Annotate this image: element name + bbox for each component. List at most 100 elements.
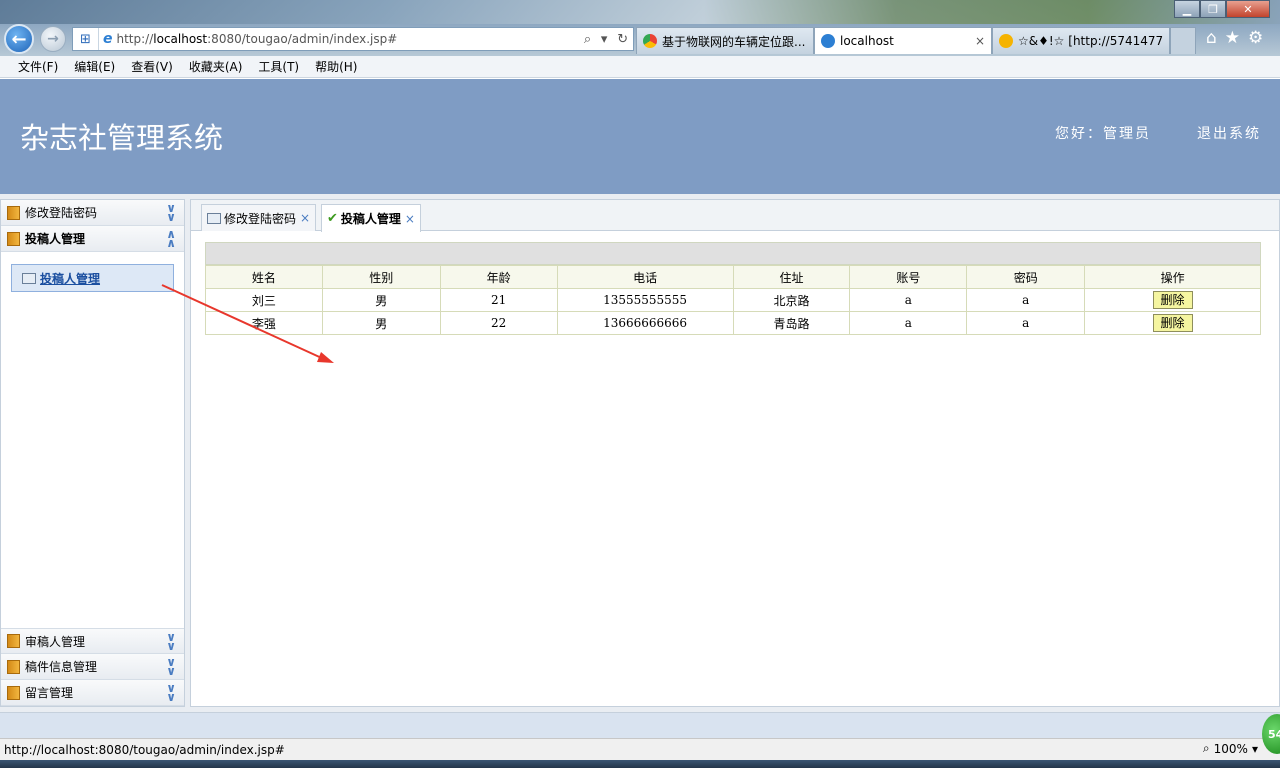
table-caption-bar [205,242,1261,265]
cell-name: 刘三 [205,288,323,312]
app-body: 修改登陆密码 ∨ ∨ 投稿人管理 ∧ ∧ 投稿人管理 审稿人管理 ∨ ∨ 稿件信息管理… [0,194,1280,712]
ie-icon: e [103,31,113,47]
google-icon [643,34,657,48]
menu-file[interactable]: 文件(F) [10,58,66,75]
browser-tab-active[interactable]: localhost × [814,27,992,54]
back-button[interactable]: ← [4,24,34,54]
search-icon[interactable]: ⌕ [584,32,591,47]
compatibility-view-icon[interactable]: ⊞ [73,28,99,50]
close-window-button[interactable]: ✕ [1226,0,1270,18]
gear-icon[interactable]: ⚙ [1248,28,1263,48]
logout-link[interactable]: 退出系统 [1197,123,1261,143]
chevron-double-down-icon[interactable]: ∨ ∨ [166,202,176,223]
cell-account: a [849,288,968,312]
cell-gender: 男 [321,311,441,335]
close-tab-icon[interactable]: × [975,34,985,48]
sidebar-section-reviewers[interactable]: 审稿人管理 ∨ ∨ [1,628,184,654]
tab-change-password[interactable]: 修改登陆密码 × [201,204,317,231]
menu-tools[interactable]: 工具(T) [250,58,307,75]
column-header: 操作 [1084,265,1261,289]
delete-button[interactable]: 删除 [1152,314,1193,332]
chevron-double-down-icon[interactable]: ∨ ∨ [166,656,176,677]
cell-account: a [849,311,968,335]
delete-button[interactable]: 删除 [1152,291,1193,309]
menu-help[interactable]: 帮助(H) [307,58,365,75]
column-header: 姓名 [205,265,323,289]
qq-space-icon [999,34,1013,48]
sidebar-section-manuscripts[interactable]: 稿件信息管理 ∨ ∨ [1,654,184,680]
contributor-table: 姓名 性别 年龄 电话 住址 账号 密码 操作 刘三 男 21 13555555… [205,265,1261,335]
column-header: 密码 [966,265,1086,289]
cell-password: a [966,288,1086,312]
cell-action: 删除 [1084,288,1261,312]
address-bar[interactable]: ⊞ e http://localhost:8080/tougao/admin/i… [72,27,634,51]
folder-icon [7,205,20,220]
restore-button[interactable]: ❐ [1200,0,1226,18]
zoom-level: 100% [1213,741,1248,756]
home-icon[interactable]: ⌂ [1206,28,1217,48]
menu-bar: 文件(F) 编辑(E) 查看(V) 收藏夹(A) 工具(T) 帮助(H) [0,56,1280,78]
cell-password: a [966,311,1086,335]
id-card-icon [207,212,221,224]
chevron-down-icon[interactable]: ▾ [1252,742,1258,756]
menu-view[interactable]: 查看(V) [123,58,181,75]
app-title: 杂志社管理系统 [20,121,224,155]
folder-icon [7,659,20,674]
forward-button[interactable]: → [40,26,66,52]
sidebar: 修改登陆密码 ∨ ∨ 投稿人管理 ∧ ∧ 投稿人管理 审稿人管理 ∨ ∨ 稿件信息管理… [0,199,185,707]
status-url: http://localhost:8080/tougao/admin/index… [4,742,285,757]
chevron-double-down-icon[interactable]: ∨ ∨ [166,631,176,652]
id-card-icon [22,272,36,284]
column-header: 账号 [849,265,968,289]
menu-edit[interactable]: 编辑(E) [66,58,123,75]
cell-phone: 13666666666 [556,311,734,335]
tab-contributor-management[interactable]: ✔ 投稿人管理 × [321,204,421,232]
user-greeting: 您好：管理员 [1055,126,1151,142]
windows-taskbar [0,760,1280,768]
cell-address: 青岛路 [732,311,851,335]
close-icon[interactable]: × [405,212,415,226]
sidebar-section-change-password[interactable]: 修改登陆密码 ∨ ∨ [1,200,184,226]
cell-age: 22 [439,311,558,335]
app-header: 杂志社管理系统 您好：管理员 退出系统 [0,79,1280,194]
cell-age: 21 [439,288,558,312]
refresh-icon[interactable]: ↻ [617,32,628,47]
main-panel: 修改登陆密码 × ✔ 投稿人管理 × 姓名 性别 年龄 电话 住址 账号 密码 … [190,199,1280,707]
column-header: 住址 [732,265,851,289]
chevron-double-up-icon[interactable]: ∧ ∧ [166,228,176,249]
arrow-right-icon: → [47,31,59,47]
cell-phone: 13555555555 [556,288,734,312]
column-header: 电话 [556,265,734,289]
cell-address: 北京路 [732,288,851,312]
sidebar-section-contributors[interactable]: 投稿人管理 ∧ ∧ [1,226,184,252]
cell-name: 李强 [205,311,323,335]
new-tab-button[interactable] [1170,27,1196,54]
folder-icon [7,685,20,700]
checkmark-icon: ✔ [327,211,338,226]
close-icon[interactable]: × [300,211,310,225]
desktop-background [0,0,1280,24]
table-header-row: 姓名 性别 年龄 电话 住址 账号 密码 操作 [205,265,1261,289]
minimize-button[interactable]: ▁ [1174,0,1200,18]
chevron-double-down-icon[interactable]: ∨ ∨ [166,682,176,703]
window-controls: ▁ ❐ ✕ [1174,0,1270,18]
browser-tab[interactable]: ☆&♦!☆ [http://57414774... [992,27,1170,54]
table-row: 刘三 男 21 13555555555 北京路 a a 删除 [205,288,1261,312]
favorites-star-icon[interactable]: ★ [1225,28,1240,48]
app-footer [0,712,1280,738]
sidebar-item-contributor-management[interactable]: 投稿人管理 [11,264,174,292]
zoom-icon: ⌕ [1202,741,1210,755]
browser-tab[interactable]: 基于物联网的车辆定位跟... [636,27,814,54]
menu-favorites[interactable]: 收藏夹(A) [181,58,251,75]
cell-action: 删除 [1084,311,1261,335]
column-header: 年龄 [439,265,558,289]
zoom-control[interactable]: ⌕ 100% ▾ [1203,741,1258,756]
url-field[interactable]: http://localhost:8080/tougao/admin/index… [117,32,580,46]
sidebar-section-messages[interactable]: 留言管理 ∨ ∨ [1,680,184,706]
sidebar-section-body: 投稿人管理 [1,252,184,628]
tab-strip: 修改登陆密码 × ✔ 投稿人管理 × [191,200,1279,232]
dropdown-icon[interactable]: ▾ [601,32,608,47]
arrow-left-icon: ← [11,28,27,50]
cell-gender: 男 [321,288,441,312]
folder-icon [7,634,20,648]
